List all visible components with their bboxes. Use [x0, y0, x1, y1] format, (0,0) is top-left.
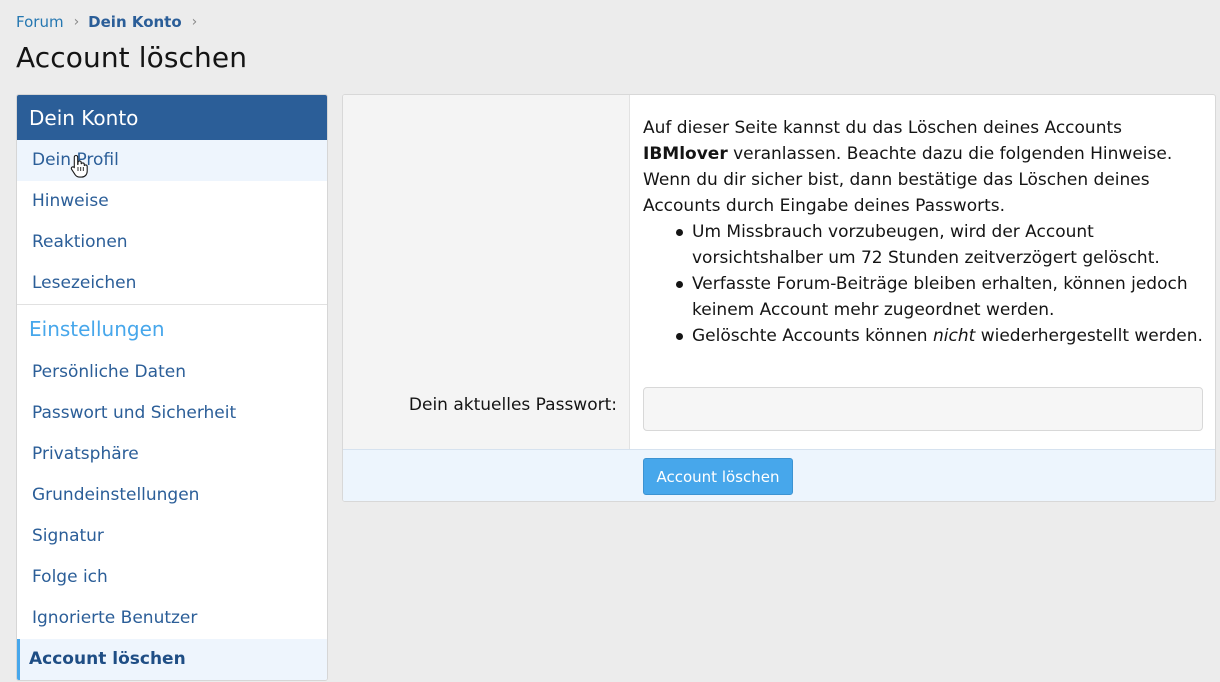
sidebar-item-folge-ich[interactable]: Folge ich [17, 557, 327, 598]
form-submit-row: Account löschen [343, 449, 1215, 501]
sidebar-item-hinweise[interactable]: Hinweise [17, 181, 327, 222]
list-item: Gelöschte Accounts können nicht wiederhe… [676, 323, 1203, 349]
delete-account-button[interactable]: Account löschen [643, 458, 793, 495]
breadcrumb-dein-konto[interactable]: Dein Konto [88, 13, 182, 31]
list-item: Um Missbrauch vorzubeugen, wird der Acco… [676, 219, 1203, 271]
sidebar-item-grundeinstellungen[interactable]: Grundeinstellungen [17, 475, 327, 516]
account-sidebar: Dein Konto Dein Profil Hinweise Reaktion… [16, 94, 328, 681]
sidebar-item-persoenliche-daten[interactable]: Persönliche Daten [17, 352, 327, 393]
sidebar-item-privatsphaere[interactable]: Privatsphäre [17, 434, 327, 475]
delete-info-text: Auf dieser Seite kannst du das Löschen d… [643, 115, 1203, 349]
page-title: Account löschen [16, 41, 248, 74]
hand-pointer-icon [70, 154, 88, 178]
list-item: Verfasste Forum-Beiträge bleiben erhalte… [676, 271, 1203, 323]
breadcrumb: Forum › Dein Konto › [16, 12, 206, 32]
notes-list: Um Missbrauch vorzubeugen, wird der Acco… [676, 219, 1203, 349]
sidebar-item-ignorierte-benutzer[interactable]: Ignorierte Benutzer [17, 598, 327, 639]
chevron-right-icon: › [73, 14, 80, 30]
chevron-right-icon: › [191, 14, 198, 30]
password-field[interactable] [643, 387, 1203, 431]
sidebar-item-lesezeichen[interactable]: Lesezeichen [17, 263, 327, 304]
intro-paragraph: Auf dieser Seite kannst du das Löschen d… [643, 118, 1173, 216]
sidebar-header: Dein Konto [17, 95, 327, 140]
sidebar-item-passwort-sicherheit[interactable]: Passwort und Sicherheit [17, 393, 327, 434]
breadcrumb-forum[interactable]: Forum [16, 13, 64, 31]
sidebar-item-signatur[interactable]: Signatur [17, 516, 327, 557]
sidebar-group-einstellungen: Einstellungen [17, 304, 327, 352]
delete-account-form: Auf dieser Seite kannst du das Löschen d… [342, 94, 1216, 502]
sidebar-item-dein-profil[interactable]: Dein Profil [17, 140, 327, 181]
username: IBMlover [643, 144, 728, 164]
sidebar-item-account-loeschen[interactable]: Account löschen [17, 639, 327, 680]
sidebar-item-reaktionen[interactable]: Reaktionen [17, 222, 327, 263]
password-label: Dein aktuelles Passwort: [408, 395, 617, 415]
